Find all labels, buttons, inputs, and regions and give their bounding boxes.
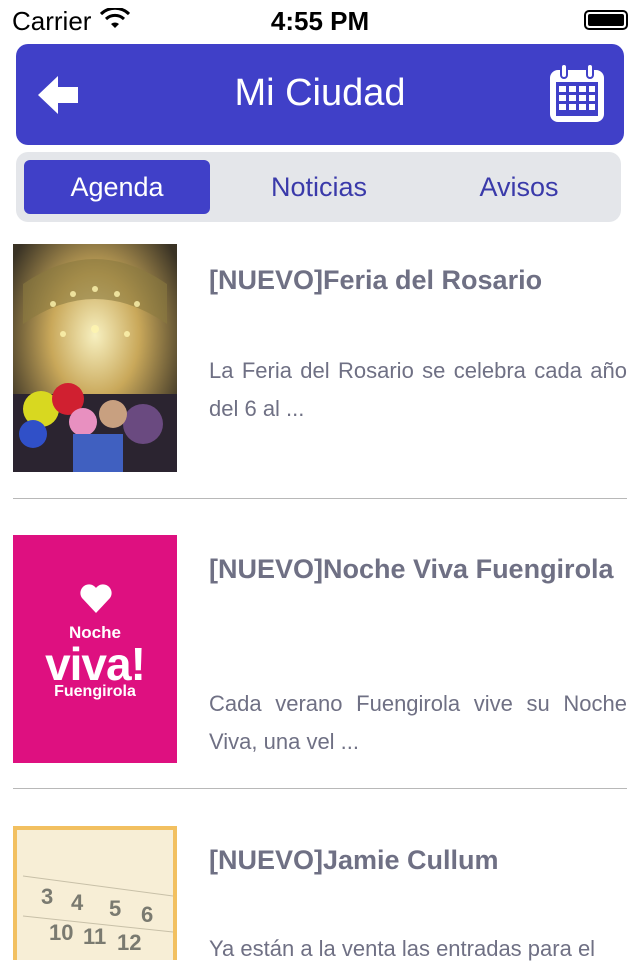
svg-text:11: 11 [83,924,106,949]
item-description: Ya están a la venta las entradas para el [209,936,596,961]
item-title: [NUEVO]Feria del Rosario [209,265,543,295]
app-header: Mi Ciudad [16,44,624,145]
calendar-thumbnail: 3456 10 11 12 [13,826,177,960]
page-title: Mi Ciudad [234,72,406,114]
svg-text:3: 3 [41,884,53,909]
svg-text:12: 12 [117,930,141,955]
svg-text:4: 4 [71,890,84,915]
noche-viva-thumbnail: Noche viva! Fuengirola [13,535,177,763]
svg-text:5: 5 [109,896,121,921]
divider [13,788,627,789]
item-description: Cada verano Fuengirola vive su Noche Viv… [209,691,627,754]
svg-text:10: 10 [49,920,73,945]
list-item[interactable]: 3456 10 11 12 [NUEVO]Jamie Cullum Ya están… [13,826,627,961]
item-title: [NUEVO]Noche Viva Fuengirola [209,554,614,584]
divider [13,498,627,499]
logo-line-3: Fuengirola [54,683,136,700]
calendar-icon[interactable] [548,62,606,124]
tab-agenda[interactable]: Agenda [24,160,210,214]
item-title: [NUEVO]Jamie Cullum [209,845,499,875]
battery-icon [584,10,628,30]
svg-text:6: 6 [141,902,153,927]
list-item[interactable]: Noche viva! Fuengirola [NUEVO]Noche Viva… [13,535,627,765]
tab-noticias[interactable]: Noticias [226,160,412,214]
segmented-tabs: Agenda Noticias Avisos [16,152,621,222]
feria-thumbnail [13,244,177,472]
item-description: La Feria del Rosario se celebra cada año… [209,358,627,421]
status-time: 4:55 PM [270,6,370,36]
status-bar: Carrier 4:55 PM [0,0,640,40]
heart-icon [80,584,112,613]
list-item[interactable]: [NUEVO]Feria del Rosario La Feria del Ro… [13,244,627,474]
tab-avisos[interactable]: Avisos [426,160,612,214]
